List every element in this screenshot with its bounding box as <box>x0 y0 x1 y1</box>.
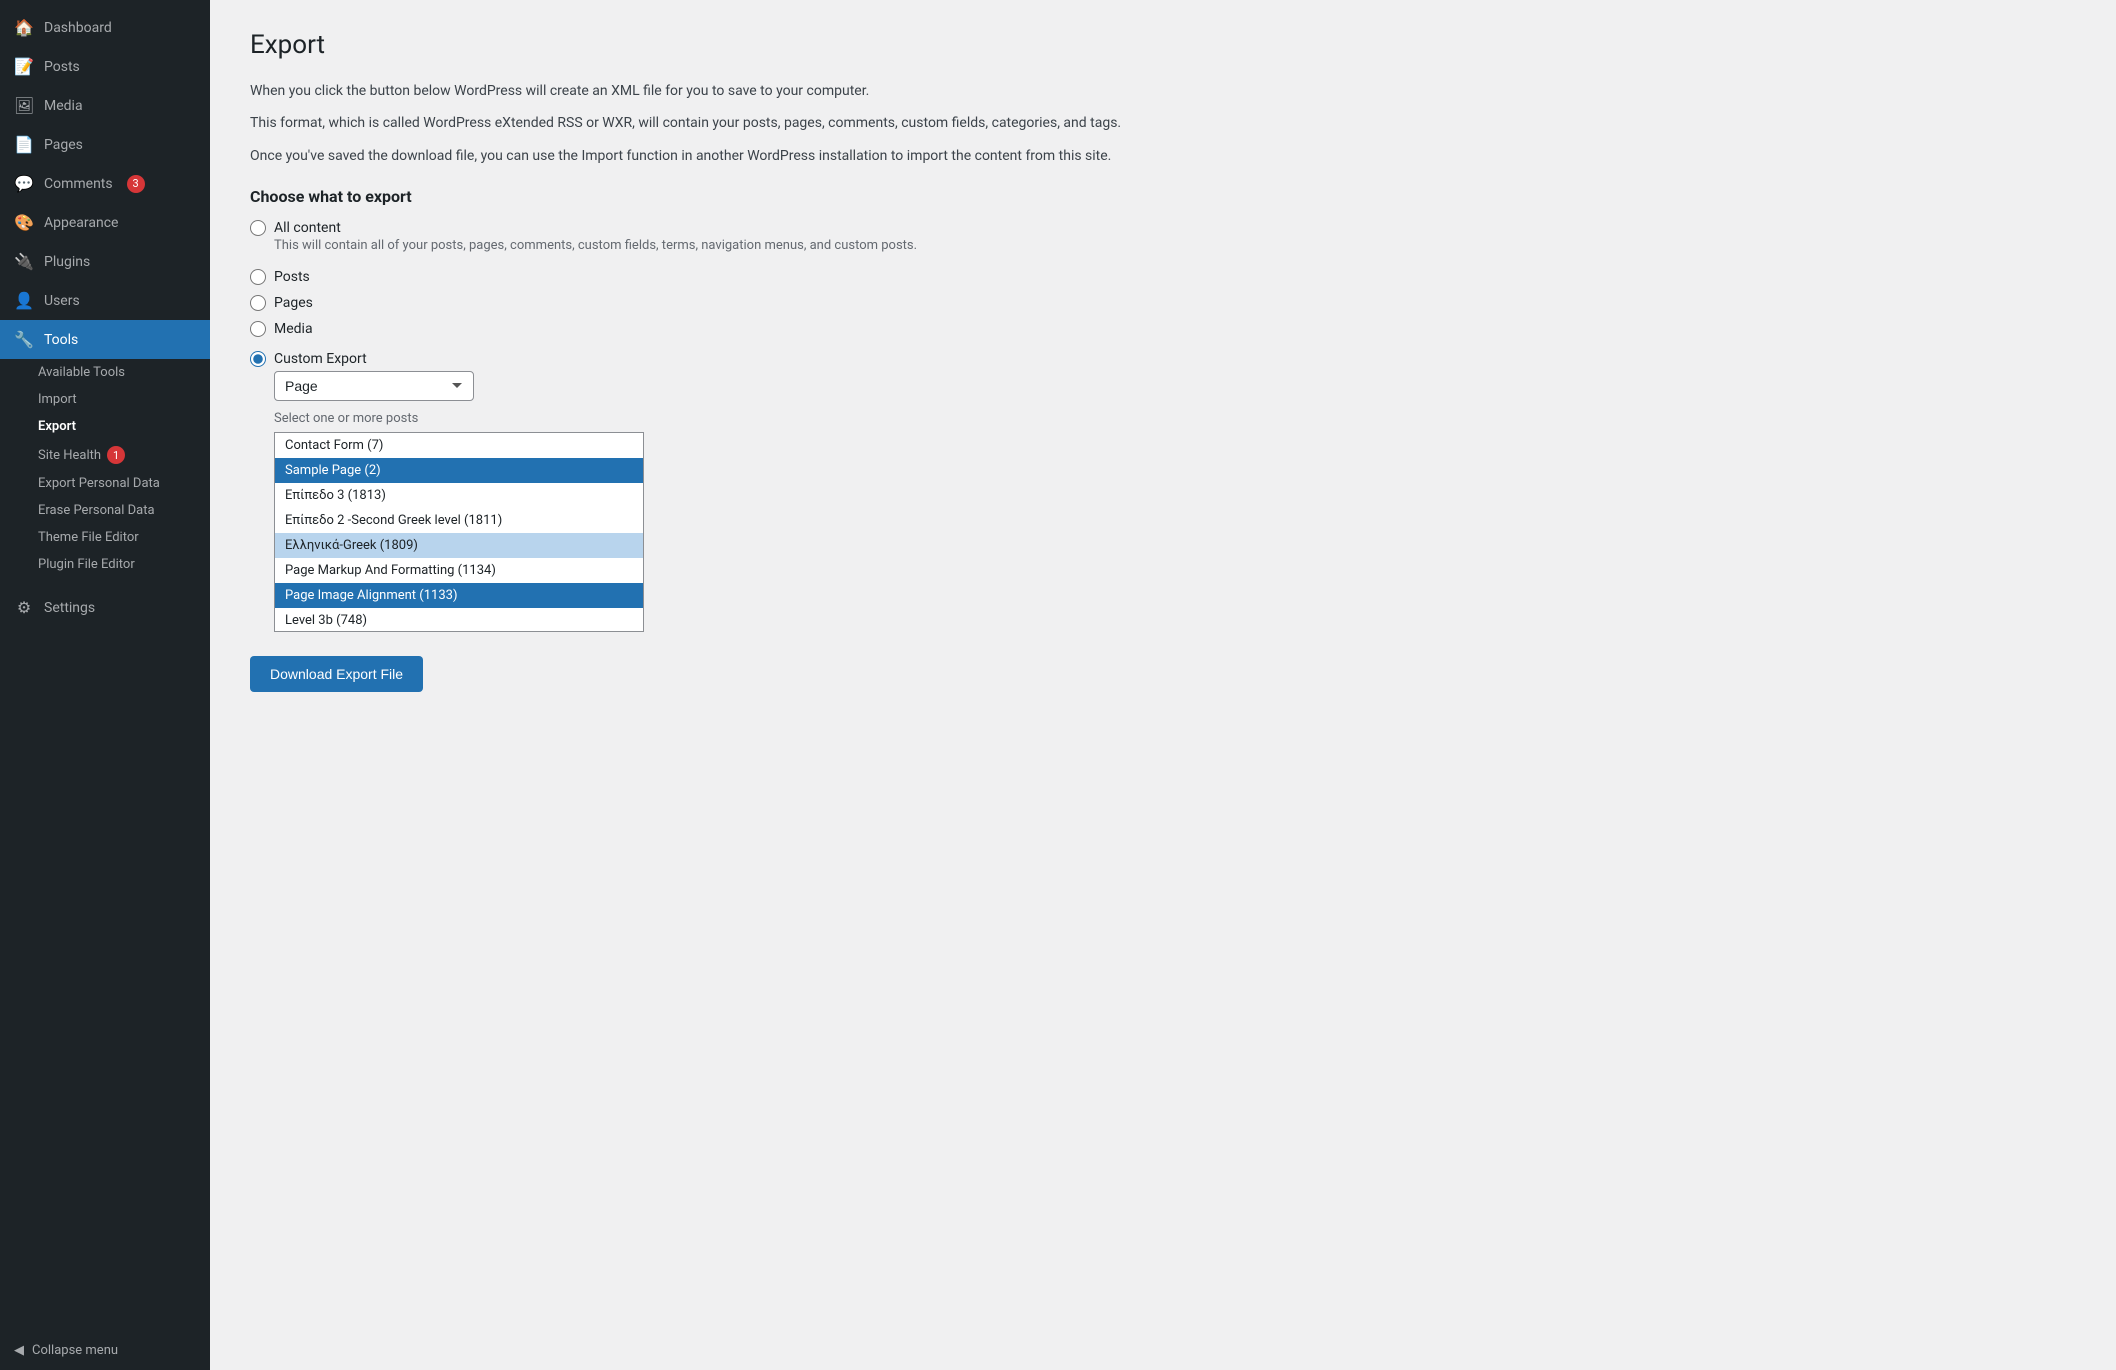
export-options: All content This will contain all of you… <box>250 220 2076 632</box>
plugin-file-editor-label: Plugin File Editor <box>38 557 135 572</box>
comments-icon: 💬 <box>14 174 34 193</box>
custom-export-radio-label[interactable]: Custom Export <box>250 351 2076 367</box>
submenu-available-tools[interactable]: Available Tools <box>0 359 210 386</box>
sidebar-item-label: Comments <box>44 176 113 192</box>
export-option-all-content: All content This will contain all of you… <box>250 220 2076 259</box>
all-content-label: All content <box>274 220 341 236</box>
pages-radio-label[interactable]: Pages <box>250 295 2076 311</box>
sidebar-item-comments[interactable]: 💬 Comments 3 <box>0 164 210 203</box>
pages-radio[interactable] <box>250 295 266 311</box>
import-label: Import <box>38 392 77 407</box>
custom-export-type-select[interactable]: Page Post Media Custom Post <box>274 371 474 401</box>
submenu-export[interactable]: Export <box>0 413 210 440</box>
list-item[interactable]: Επίπεδο 3 (1813) <box>275 483 643 508</box>
custom-export-section: Custom Export Page Post Media Custom Pos… <box>250 351 2076 632</box>
sidebar-item-label: Plugins <box>44 254 90 270</box>
sidebar-item-settings[interactable]: ⚙ Settings <box>0 588 210 627</box>
list-item[interactable]: Contact Form (7) <box>275 433 643 458</box>
sidebar: 🏠 Dashboard 📝 Posts 🖼 Media 📄 Pages 💬 Co… <box>0 0 210 1370</box>
collapse-menu[interactable]: ◀ Collapse menu <box>0 1331 210 1370</box>
custom-export-label: Custom Export <box>274 351 367 367</box>
submenu-site-health[interactable]: Site Health 1 <box>0 440 210 470</box>
sidebar-item-dashboard[interactable]: 🏠 Dashboard <box>0 8 210 47</box>
list-item[interactable]: Sample Page (2) <box>275 458 643 483</box>
main-content: Export When you click the button below W… <box>210 0 2116 1370</box>
media-option-label: Media <box>274 321 313 337</box>
description-line-2: This format, which is called WordPress e… <box>250 112 1150 134</box>
sidebar-item-tools[interactable]: 🔧 Tools <box>0 320 210 359</box>
sidebar-item-appearance[interactable]: 🎨 Appearance <box>0 203 210 242</box>
list-item[interactable]: Ελληνικά-Greek (1809) <box>275 533 643 558</box>
posts-radio-label[interactable]: Posts <box>250 269 2076 285</box>
collapse-menu-label: Collapse menu <box>32 1343 118 1358</box>
list-item[interactable]: Επίπεδο 2 -Second Greek level (1811) <box>275 508 643 533</box>
posts-radio[interactable] <box>250 269 266 285</box>
media-icon: 🖼 <box>14 96 34 115</box>
sidebar-item-plugins[interactable]: 🔌 Plugins <box>0 242 210 281</box>
dashboard-icon: 🏠 <box>14 18 34 37</box>
appearance-icon: 🎨 <box>14 213 34 232</box>
comments-badge: 3 <box>127 175 145 193</box>
site-health-badge: 1 <box>107 446 125 464</box>
theme-file-editor-label: Theme File Editor <box>38 530 139 545</box>
all-content-description: This will contain all of your posts, pag… <box>274 238 2076 253</box>
list-item[interactable]: Level 3b (748) <box>275 608 643 632</box>
sidebar-item-label: Settings <box>44 600 95 616</box>
sidebar-item-media[interactable]: 🖼 Media <box>0 86 210 125</box>
export-label: Export <box>38 419 76 434</box>
choose-export-title: Choose what to export <box>250 187 2076 206</box>
all-content-radio-label[interactable]: All content <box>250 220 2076 236</box>
select-posts-label: Select one or more posts <box>274 411 2076 426</box>
pages-icon: 📄 <box>14 135 34 154</box>
sidebar-item-users[interactable]: 👤 Users <box>0 281 210 320</box>
description-line-3: Once you've saved the download file, you… <box>250 145 1150 167</box>
sidebar-item-label: Users <box>44 293 80 309</box>
description-line-1: When you click the button below WordPres… <box>250 80 1150 102</box>
sidebar-item-label: Media <box>44 98 83 114</box>
submenu-import[interactable]: Import <box>0 386 210 413</box>
custom-export-radio[interactable] <box>250 351 266 367</box>
media-radio[interactable] <box>250 321 266 337</box>
submenu-theme-file-editor[interactable]: Theme File Editor <box>0 524 210 551</box>
sidebar-item-label: Tools <box>44 332 78 348</box>
sidebar-item-label: Pages <box>44 137 83 153</box>
users-icon: 👤 <box>14 291 34 310</box>
submenu-plugin-file-editor[interactable]: Plugin File Editor <box>0 551 210 578</box>
erase-personal-data-label: Erase Personal Data <box>38 503 155 518</box>
submenu-erase-personal-data[interactable]: Erase Personal Data <box>0 497 210 524</box>
sidebar-item-label: Appearance <box>44 215 118 231</box>
posts-listbox[interactable]: Contact Form (7) Sample Page (2) Επίπεδο… <box>274 432 644 632</box>
plugins-icon: 🔌 <box>14 252 34 271</box>
list-item[interactable]: Page Markup And Formatting (1134) <box>275 558 643 583</box>
pages-option-label: Pages <box>274 295 313 311</box>
available-tools-label: Available Tools <box>38 365 125 380</box>
sidebar-item-label: Dashboard <box>44 20 112 36</box>
settings-icon: ⚙ <box>14 598 34 617</box>
tools-icon: 🔧 <box>14 330 34 349</box>
media-radio-label[interactable]: Media <box>250 321 2076 337</box>
download-export-button[interactable]: Download Export File <box>250 656 423 692</box>
page-title: Export <box>250 30 2076 60</box>
list-item[interactable]: Page Image Alignment (1133) <box>275 583 643 608</box>
sidebar-item-posts[interactable]: 📝 Posts <box>0 47 210 86</box>
posts-option-label: Posts <box>274 269 310 285</box>
all-content-radio[interactable] <box>250 220 266 236</box>
collapse-arrow-icon: ◀ <box>14 1343 24 1358</box>
site-health-label: Site Health <box>38 448 101 463</box>
posts-icon: 📝 <box>14 57 34 76</box>
sidebar-item-label: Posts <box>44 59 80 75</box>
export-personal-data-label: Export Personal Data <box>38 476 160 491</box>
submenu-export-personal-data[interactable]: Export Personal Data <box>0 470 210 497</box>
sidebar-item-pages[interactable]: 📄 Pages <box>0 125 210 164</box>
